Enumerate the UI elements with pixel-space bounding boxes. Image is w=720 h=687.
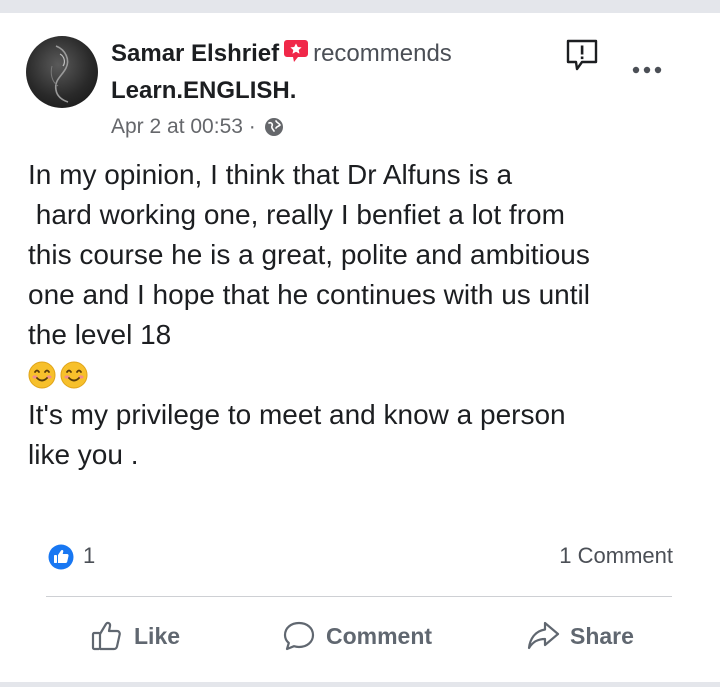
share-label: Share — [570, 622, 634, 649]
avatar[interactable] — [26, 36, 98, 108]
globe-icon — [264, 118, 283, 136]
comment-button[interactable]: Comment — [282, 617, 432, 655]
post-body: In my opinion, I think that Dr Alfuns is… — [28, 155, 708, 475]
smiling-face-icon — [28, 361, 56, 389]
post-text-line: In my opinion, I think that Dr Alfuns is… — [28, 159, 513, 190]
thumbs-up-icon — [91, 621, 121, 651]
smiling-face-icon — [60, 361, 88, 389]
top-bar — [0, 0, 720, 13]
like-reaction-icon[interactable] — [48, 544, 74, 570]
comment-count[interactable]: 1 Comment — [559, 541, 673, 571]
post-text-line: It's my privilege to meet and know a per… — [28, 399, 566, 430]
page-line: Learn.ENGLISH. — [111, 75, 296, 107]
recommend-icon — [284, 40, 309, 62]
bottom-bar — [0, 682, 720, 687]
like-button[interactable]: Like — [90, 617, 180, 655]
post-timestamp[interactable]: Apr 2 at 00:53 — [111, 115, 243, 138]
comment-label: Comment — [326, 622, 433, 649]
post-text-line: hard working one, really I benfiet a lot… — [28, 199, 565, 230]
more-options-icon[interactable] — [630, 60, 664, 80]
author-name[interactable]: Samar Elshrief — [111, 40, 279, 67]
avatar-image — [50, 45, 69, 103]
meta-separator: · — [248, 115, 256, 138]
report-icon[interactable] — [565, 38, 599, 72]
share-button[interactable]: Share — [526, 617, 634, 655]
like-label: Like — [134, 622, 181, 649]
post-header: Samar Elshrief recommends — [111, 38, 452, 70]
emoji-row — [28, 355, 708, 395]
share-icon — [527, 621, 560, 650]
post-text-line: like you . — [28, 439, 139, 470]
recommends-label: recommends — [313, 40, 452, 67]
divider — [46, 596, 672, 597]
post-text-line: this course he is a great, polite and am… — [28, 239, 590, 270]
post-text-line: the level 18 — [28, 319, 172, 350]
like-count[interactable]: 1 — [83, 541, 95, 571]
post-text-line: one and I hope that he continues with us… — [28, 279, 590, 310]
post-meta: Apr 2 at 00:53 · — [111, 112, 284, 142]
page-name[interactable]: Learn.ENGLISH. — [111, 77, 296, 104]
comment-icon — [283, 621, 315, 651]
